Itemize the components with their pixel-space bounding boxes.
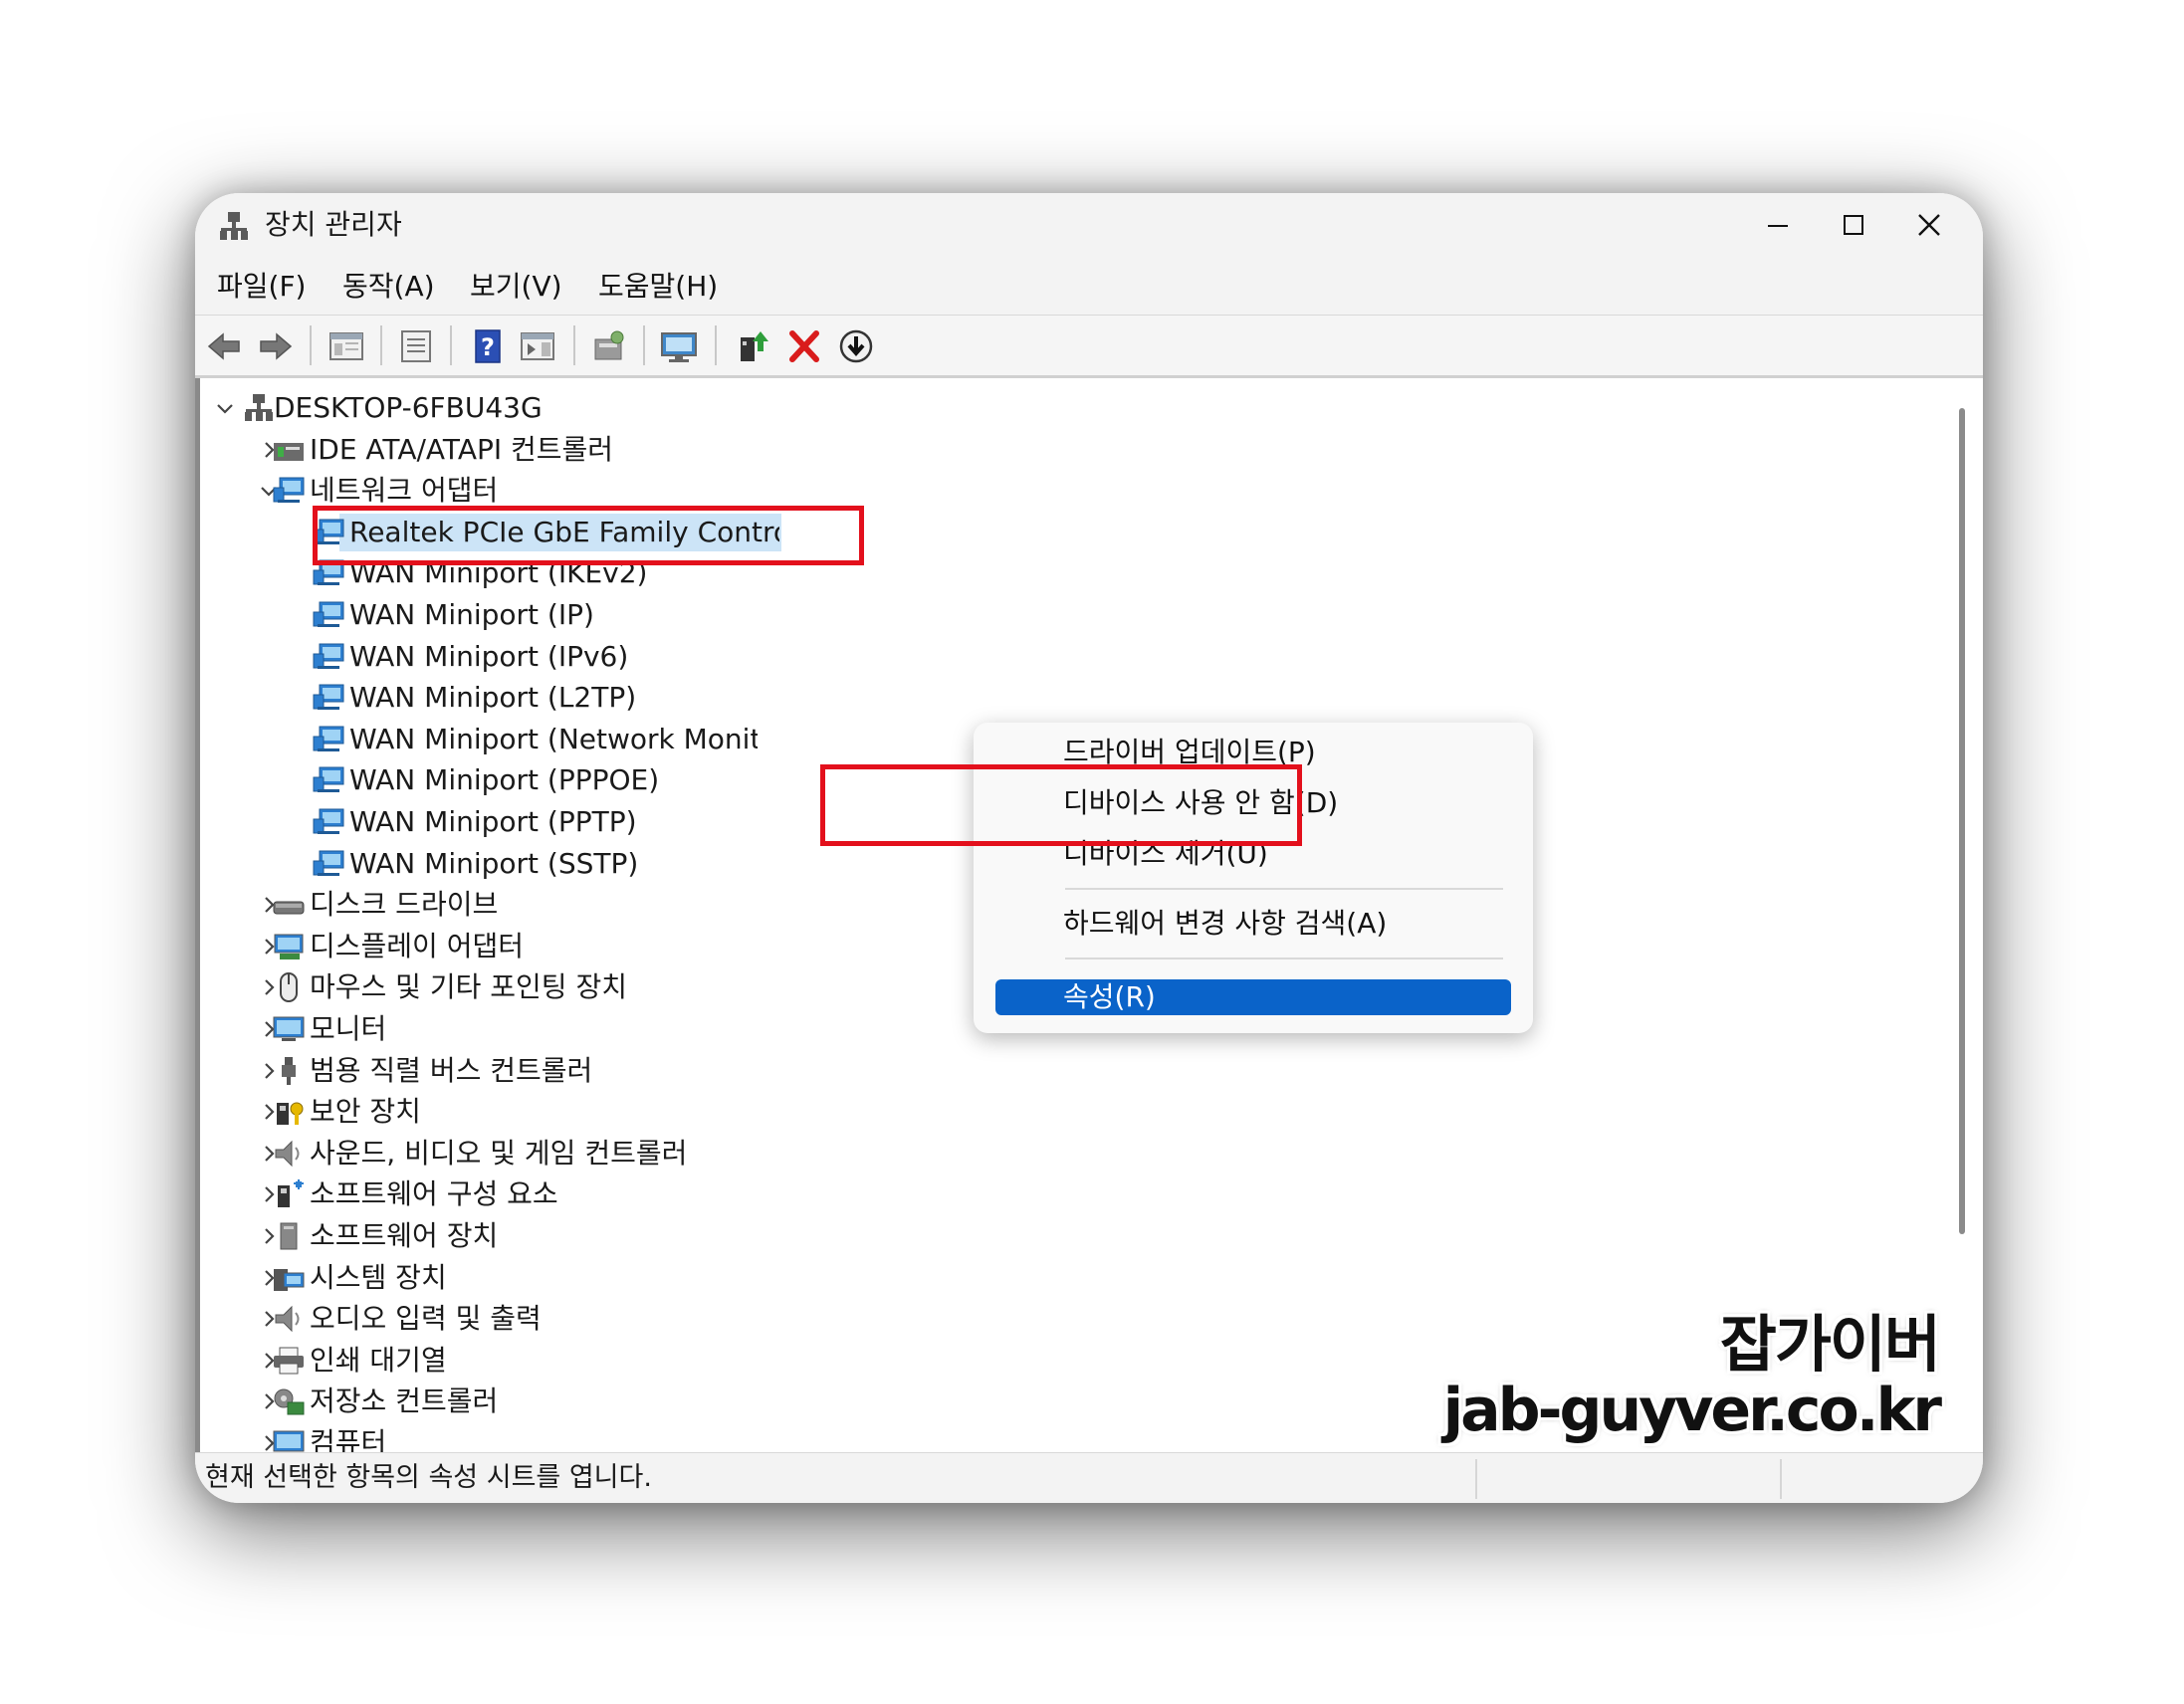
watermark-url: jab-guyver.co.kr xyxy=(1442,1376,1942,1445)
close-icon xyxy=(1918,214,1940,236)
network-adapter-icon xyxy=(273,477,305,504)
tree-item-category[interactable]: 사운드, 비디오 및 게임 컨트롤러 xyxy=(310,1133,687,1174)
network-adapter-icon xyxy=(313,766,344,793)
tree-item-network-device[interactable]: WAN Miniport (L2TP) xyxy=(349,677,636,719)
tree-item-category[interactable]: 마우스 및 기타 포인팅 장치 xyxy=(310,966,627,1008)
tree-item-category[interactable]: 저장소 컨트롤러 xyxy=(310,1381,498,1422)
tree-root-label[interactable]: DESKTOP-6FBU43G xyxy=(274,387,543,429)
menu-action[interactable]: 동작(A) xyxy=(342,265,435,309)
software-component-icon xyxy=(278,1179,304,1208)
tree-item-ide[interactable]: IDE ATA/ATAPI 컨트롤러 xyxy=(310,429,613,471)
security-device-icon xyxy=(277,1102,304,1126)
tree-item-network-device[interactable]: WAN Miniport (IP) xyxy=(349,594,594,636)
minimize-icon xyxy=(1768,225,1788,227)
ide-controller-icon xyxy=(274,442,304,461)
minimize-button[interactable] xyxy=(1748,203,1808,247)
display-adapter-icon xyxy=(274,934,304,959)
status-bar: 현재 선택한 항목의 속성 시트를 엽니다. xyxy=(195,1452,1983,1503)
disable-device-icon[interactable] xyxy=(836,327,876,365)
device-manager-window: 장치 관리자 파일(F) 동작(A) 보기(V) 도움말(H) ? DESKTO… xyxy=(195,193,1983,1503)
tree-item-category[interactable]: 디스플레이 어댑터 xyxy=(310,926,524,967)
mouse-icon xyxy=(280,972,298,1003)
tree-item-category[interactable]: 소프트웨어 구성 요소 xyxy=(310,1173,558,1215)
window-title: 장치 관리자 xyxy=(265,208,402,241)
tree-item-network-device[interactable]: WAN Miniport (PPPOE) xyxy=(349,759,659,801)
scan-hardware-icon[interactable] xyxy=(589,327,629,365)
uninstall-icon[interactable] xyxy=(784,327,824,365)
maximize-icon xyxy=(1844,215,1863,235)
tree-item-category[interactable]: 범용 직렬 버스 컨트롤러 xyxy=(310,1050,592,1092)
close-button[interactable] xyxy=(1899,203,1959,247)
tree-item-network-device[interactable]: WAN Miniport (SSTP) xyxy=(349,843,638,885)
action-pane-icon[interactable] xyxy=(518,327,557,365)
tree-item-category[interactable]: 시스템 장치 xyxy=(310,1257,447,1299)
tree-item-category[interactable]: 소프트웨어 장치 xyxy=(310,1215,498,1257)
root-collapse-chevron[interactable] xyxy=(214,397,236,419)
menu-bar: 파일(F) 동작(A) 보기(V) 도움말(H) xyxy=(195,259,1983,316)
title-bar: 장치 관리자 xyxy=(195,193,1983,259)
forward-arrow-icon[interactable] xyxy=(255,327,295,365)
network-adapter-icon xyxy=(313,684,344,711)
usb-controller-icon xyxy=(282,1056,296,1085)
vertical-scrollbar[interactable] xyxy=(1959,408,1965,1234)
help-icon[interactable]: ? xyxy=(468,327,508,365)
storage-controller-icon xyxy=(274,1388,305,1415)
speaker-icon xyxy=(275,1140,300,1168)
maximize-button[interactable] xyxy=(1824,203,1883,247)
tree-item-network-device[interactable]: WAN Miniport (IPv6) xyxy=(349,636,628,678)
printer-icon xyxy=(274,1347,304,1375)
tree-item-network-device[interactable]: WAN Miniport (PPTP) xyxy=(349,801,637,843)
toolbar: ? xyxy=(195,316,1983,378)
network-adapter-icon xyxy=(313,726,344,751)
tree-item-category[interactable]: 인쇄 대기열 xyxy=(310,1340,447,1382)
menu-separator xyxy=(1065,888,1503,890)
software-device-icon xyxy=(280,1222,298,1250)
system-device-icon xyxy=(274,1268,305,1291)
tree-item-category[interactable]: 디스크 드라이브 xyxy=(310,884,498,926)
network-adapter-icon xyxy=(313,850,344,876)
watermark-title: 잡가이버 xyxy=(1719,1308,1941,1381)
highlight-properties-item xyxy=(820,764,1302,846)
device-manager-icon xyxy=(220,212,248,240)
network-adapter-icon xyxy=(313,601,344,627)
network-adapter-icon xyxy=(313,643,344,669)
network-adapter-icon xyxy=(313,808,344,834)
monitor-icon xyxy=(273,1016,305,1041)
console-tree-icon[interactable] xyxy=(327,327,366,365)
svg-text:?: ? xyxy=(481,333,495,361)
tree-item-category[interactable]: 오디오 입력 및 출력 xyxy=(310,1298,542,1340)
status-text: 현재 선택한 항목의 속성 시트를 엽니다. xyxy=(205,1462,652,1493)
tree-item-category[interactable]: 보안 장치 xyxy=(310,1091,421,1133)
menu-properties[interactable]: 속성(R) xyxy=(1063,975,1156,1019)
monitor-icon[interactable] xyxy=(659,327,699,365)
menu-help[interactable]: 도움말(H) xyxy=(598,265,718,309)
menu-scan-hardware[interactable]: 하드웨어 변경 사항 검색(A) xyxy=(1063,902,1387,946)
highlight-selected-device xyxy=(313,506,864,565)
menu-view[interactable]: 보기(V) xyxy=(470,265,562,309)
menu-file[interactable]: 파일(F) xyxy=(217,265,306,309)
menu-separator xyxy=(1065,958,1503,959)
properties-sheet-icon[interactable] xyxy=(396,327,436,365)
update-driver-icon[interactable] xyxy=(733,327,772,365)
tree-item-network-device[interactable]: WAN Miniport (Network Monitor) xyxy=(349,719,758,760)
back-arrow-icon[interactable] xyxy=(205,327,245,365)
disk-drive-icon xyxy=(273,901,305,915)
computer-icon xyxy=(245,394,273,421)
tree-item-category[interactable]: 모니터 xyxy=(310,1008,386,1050)
audio-io-icon xyxy=(275,1305,300,1333)
